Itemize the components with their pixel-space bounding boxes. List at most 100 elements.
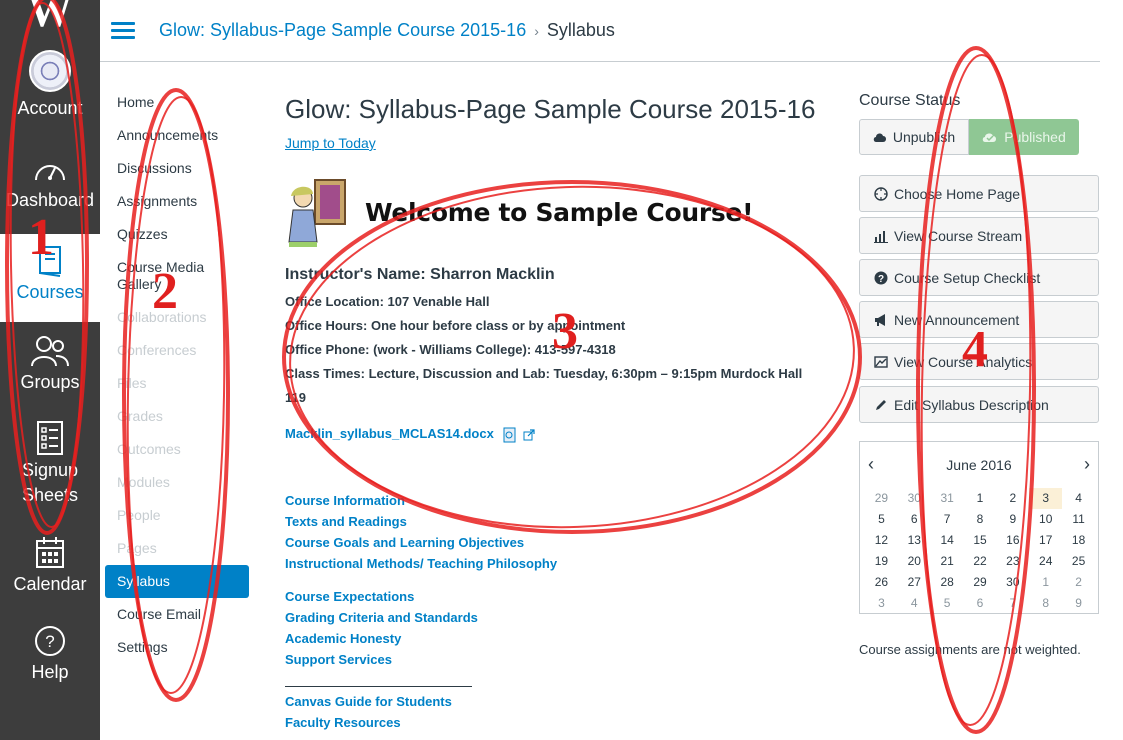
view-course-stream-button[interactable]: View Course Stream <box>859 217 1099 254</box>
global-nav-dashboard[interactable]: Dashboard <box>0 156 100 213</box>
calendar-day[interactable]: 20 <box>898 551 931 572</box>
calendar-day[interactable]: 1 <box>1029 572 1062 593</box>
calendar-day[interactable]: 24 <box>1029 551 1062 572</box>
link-canvas-guide[interactable]: Canvas Guide for Students <box>285 691 825 712</box>
link-goals-objectives[interactable]: Course Goals and Learning Objectives <box>285 532 825 553</box>
calendar-day[interactable]: 8 <box>1029 593 1062 614</box>
link-academic-honesty[interactable]: Academic Honesty <box>285 628 825 649</box>
global-nav-calendar[interactable]: Calendar <box>0 536 100 597</box>
calendar-day[interactable]: 30 <box>898 488 931 509</box>
course-nav-home[interactable]: Home <box>105 86 249 119</box>
course-nav-pages[interactable]: Pages <box>105 532 249 565</box>
global-nav: W Account Dashboard Courses Groups Signu… <box>0 0 100 740</box>
cloud-check-icon <box>983 133 997 142</box>
link-grading-criteria[interactable]: Grading Criteria and Standards <box>285 607 825 628</box>
hamburger-menu-icon[interactable] <box>111 22 135 40</box>
calendar-day[interactable]: 2 <box>996 488 1029 509</box>
global-nav-calendar-label: Calendar <box>13 574 87 594</box>
link-texts-readings[interactable]: Texts and Readings <box>285 511 825 532</box>
course-nav-files[interactable]: Files <box>105 367 249 400</box>
course-status-title: Course Status <box>859 92 961 109</box>
calendar-day[interactable]: 26 <box>865 572 898 593</box>
calendar-day[interactable]: 3 <box>865 593 898 614</box>
breadcrumb-current: Syllabus <box>546 20 615 40</box>
course-nav-assignments[interactable]: Assignments <box>105 185 249 218</box>
global-nav-groups[interactable]: Groups <box>0 334 100 395</box>
calendar-day[interactable]: 2 <box>1062 572 1095 593</box>
link-course-expectations[interactable]: Course Expectations <box>285 586 825 607</box>
calendar-day[interactable]: 14 <box>931 530 964 551</box>
unpublish-button[interactable]: Unpublish <box>859 119 969 155</box>
calendar-day[interactable]: 28 <box>931 572 964 593</box>
app-root: W Account Dashboard Courses Groups Signu… <box>0 0 1123 740</box>
calendar-day[interactable]: 4 <box>1062 488 1095 509</box>
course-status-sidebar: Course Status Unpublish Published Choose… <box>859 92 1099 657</box>
course-nav-people[interactable]: People <box>105 499 249 532</box>
edit-syllabus-description-button[interactable]: Edit Syllabus Description <box>859 386 1099 423</box>
link-course-information[interactable]: Course Information <box>285 490 825 511</box>
global-nav-account[interactable]: Account <box>0 50 100 121</box>
global-nav-help-label: Help <box>31 662 69 682</box>
link-faculty-resources[interactable]: Faculty Resources <box>285 712 825 733</box>
course-nav-course-email[interactable]: Course Email <box>105 598 249 631</box>
course-nav-settings[interactable]: Settings <box>105 631 249 664</box>
calendar-day[interactable]: 5 <box>931 593 964 614</box>
calendar-day[interactable]: 12 <box>865 530 898 551</box>
course-nav-modules[interactable]: Modules <box>105 466 249 499</box>
calendar-day[interactable]: 9 <box>996 509 1029 530</box>
global-nav-help[interactable]: ? Help <box>0 624 100 685</box>
course-nav-announcements[interactable]: Announcements <box>105 119 249 152</box>
calendar-day[interactable]: 15 <box>964 530 997 551</box>
calendar-day[interactable]: 6 <box>898 509 931 530</box>
calendar-day[interactable]: 22 <box>964 551 997 572</box>
calendar-day[interactable]: 7 <box>996 593 1029 614</box>
calendar-day[interactable]: 8 <box>964 509 997 530</box>
course-nav-grades[interactable]: Grades <box>105 400 249 433</box>
file-preview-icon[interactable] <box>503 427 517 443</box>
calendar-day[interactable]: 13 <box>898 530 931 551</box>
calendar-day[interactable]: 21 <box>931 551 964 572</box>
course-nav-discussions[interactable]: Discussions <box>105 152 249 185</box>
course-nav-conferences[interactable]: Conferences <box>105 334 249 367</box>
link-instructional-methods[interactable]: Instructional Methods/ Teaching Philosop… <box>285 553 825 574</box>
course-setup-checklist-button[interactable]: ? Course Setup Checklist <box>859 259 1099 296</box>
published-button[interactable]: Published <box>969 119 1079 155</box>
global-nav-signup-sheets[interactable]: Signup Sheets <box>0 420 100 508</box>
calendar-day[interactable]: 9 <box>1062 593 1095 614</box>
class-times: Class Times: Lecture, Discussion and Lab… <box>285 366 803 405</box>
teacher-illustration-icon <box>288 179 346 247</box>
calendar-day[interactable]: 29 <box>964 572 997 593</box>
account-avatar <box>29 50 71 92</box>
calendar-day[interactable]: 4 <box>898 593 931 614</box>
calendar-day[interactable]: 11 <box>1062 509 1095 530</box>
course-nav-quizzes[interactable]: Quizzes <box>105 218 249 251</box>
calendar-day[interactable]: 7 <box>931 509 964 530</box>
calendar-day[interactable]: 17 <box>1029 530 1062 551</box>
calendar-day[interactable]: 27 <box>898 572 931 593</box>
calendar-day[interactable]: 6 <box>964 593 997 614</box>
calendar-next-icon[interactable]: › <box>1084 454 1090 475</box>
calendar-day[interactable]: 1 <box>964 488 997 509</box>
calendar-day[interactable]: 23 <box>996 551 1029 572</box>
calendar-day[interactable]: 16 <box>996 530 1029 551</box>
mini-calendar: ‹ June 2016 › 29 30 31 1 2 3 4 5 6 7 8 9 10 11 12 13 14 1… <box>859 441 1099 614</box>
calendar-day[interactable]: 31 <box>931 488 964 509</box>
calendar-day[interactable]: 3 <box>1029 488 1063 509</box>
breadcrumb-separator-icon: › <box>534 23 539 39</box>
external-link-icon[interactable] <box>523 428 535 441</box>
course-nav-outcomes[interactable]: Outcomes <box>105 433 249 466</box>
logo[interactable]: W <box>0 0 100 37</box>
syllabus-file-link[interactable]: Macklin_syllabus_MCLAS14.docx <box>285 426 494 441</box>
calendar-day[interactable]: 10 <box>1029 509 1062 530</box>
calendar-day[interactable]: 19 <box>865 551 898 572</box>
calendar-day[interactable]: 5 <box>865 509 898 530</box>
calendar-day[interactable]: 25 <box>1062 551 1095 572</box>
course-nav-syllabus[interactable]: Syllabus <box>105 565 249 598</box>
calendar-day[interactable]: 30 <box>996 572 1029 593</box>
calendar-day[interactable]: 18 <box>1062 530 1095 551</box>
breadcrumb-course-link[interactable]: Glow: Syllabus-Page Sample Course 2015-1… <box>159 20 526 40</box>
jump-to-today-link[interactable]: Jump to Today <box>285 135 376 151</box>
calendar-day[interactable]: 29 <box>865 488 898 509</box>
link-support-services[interactable]: Support Services <box>285 649 825 670</box>
choose-home-page-button[interactable]: Choose Home Page <box>859 175 1099 212</box>
